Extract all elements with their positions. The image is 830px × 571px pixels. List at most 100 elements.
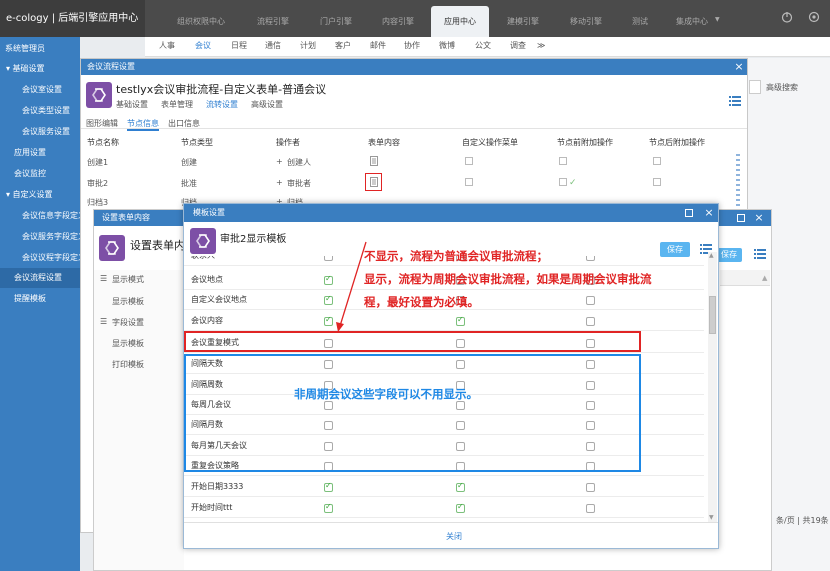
sub-nav-item-active[interactable]: 会议 (195, 37, 211, 55)
sub-nav: 人事 会议 日程 通信 计划 客户 邮件 协作 微博 公文 调查 ≫ (145, 37, 830, 57)
col-node-type: 节点类型 (181, 138, 213, 147)
tree-node[interactable]: 显示模式 (112, 274, 144, 285)
sidebar-group[interactable]: ▾ 自定义设置 (0, 185, 80, 205)
tree-node[interactable]: 显示模板 (112, 338, 144, 349)
checkbox-show[interactable] (324, 502, 333, 513)
top-tab[interactable]: 内容引擎 (365, 6, 431, 37)
advanced-search-link[interactable]: 高级搜索 (766, 82, 798, 93)
scroll-up-icon[interactable]: ▲ (709, 252, 714, 259)
save-button[interactable]: 保存 (660, 242, 690, 257)
checkbox[interactable] (586, 256, 595, 261)
sub-nav-item[interactable]: 通信 (265, 37, 281, 55)
table-cell: 审批2 (87, 179, 109, 188)
table-cell[interactable]: 审批者 (287, 178, 311, 189)
sub-nav-item[interactable]: 人事 (159, 37, 175, 55)
top-tab[interactable]: 测试 (620, 6, 660, 37)
tab-form[interactable]: 表单管理 (161, 99, 193, 110)
pre-action-icon[interactable] (559, 157, 567, 165)
tab-flow-active[interactable]: 流转设置 (206, 99, 238, 110)
menu-icon[interactable] (729, 96, 741, 106)
close-icon[interactable]: × (732, 59, 746, 75)
checkbox-edit[interactable] (456, 502, 465, 513)
sidebar-item-selected[interactable]: 会议流程设置 (0, 268, 80, 288)
close-button[interactable]: 关闭 (446, 531, 462, 542)
subtab-graphic[interactable]: 图形编辑 (86, 118, 118, 129)
top-tab-active[interactable]: 应用中心 (431, 6, 489, 37)
tree-node[interactable]: 字段设置 (112, 317, 144, 328)
sidebar-item[interactable]: 会议类型设置 (0, 101, 80, 121)
top-tab[interactable]: 流程引擎 (237, 6, 309, 37)
sub-nav-item[interactable]: 协作 (404, 37, 420, 55)
checkbox-required[interactable] (586, 483, 595, 492)
tree-node[interactable]: 显示模板 (112, 296, 144, 307)
tab-advanced[interactable]: 高级设置 (251, 99, 283, 110)
close-icon[interactable]: × (702, 205, 716, 221)
sub-nav-item[interactable]: 邮件 (370, 37, 386, 55)
post-action-icon[interactable] (653, 157, 661, 165)
tab-basic[interactable]: 基础设置 (116, 99, 148, 110)
subtab-exit-info[interactable]: 出口信息 (168, 118, 200, 129)
sidebar-item[interactable]: 应用设置 (0, 143, 80, 163)
menu-edit-icon[interactable] (465, 157, 473, 165)
sidebar-item[interactable]: 会议信息字段定义 (0, 206, 80, 226)
top-tab[interactable]: 建模引擎 (495, 6, 551, 37)
document-icon[interactable] (370, 156, 378, 166)
sub-nav-item[interactable]: 计划 (300, 37, 316, 55)
sidebar-item[interactable]: 会议服务设置 (0, 122, 80, 142)
checkbox-required[interactable] (586, 296, 595, 305)
scroll-down-icon[interactable]: ▼ (709, 514, 714, 521)
table-cell[interactable]: 创建人 (287, 157, 311, 168)
maximize-icon[interactable] (737, 214, 745, 222)
outer-dialog-heading: testlyx会议审批流程-自定义表单-普通会议 (116, 83, 327, 96)
menu-edit-icon[interactable] (465, 178, 473, 186)
scrollbar-thumb[interactable] (709, 296, 716, 334)
top-tab[interactable]: 组织权限中心 (165, 6, 237, 37)
sidebar-item[interactable]: 会议室设置 (0, 80, 80, 100)
close-icon[interactable]: × (752, 210, 766, 226)
sort-up-icon[interactable]: ▲ (762, 274, 767, 282)
sub-nav-item[interactable]: 日程 (231, 37, 247, 55)
checkbox-edit[interactable] (456, 481, 465, 492)
top-tab[interactable]: 集成中心 (668, 6, 716, 37)
add-operator-icon[interactable]: + (276, 157, 283, 166)
sub-nav-more-icon[interactable]: ≫ (537, 37, 545, 55)
post-action-icon[interactable] (653, 178, 661, 186)
sub-nav-item[interactable]: 公文 (475, 37, 491, 55)
gear-icon[interactable] (808, 11, 820, 23)
top-tab[interactable]: 移动引擎 (558, 6, 614, 37)
power-icon[interactable] (781, 11, 793, 23)
sidebar-item[interactable]: 提醒模板 (0, 289, 80, 309)
modal-title: 模板设置 (184, 204, 718, 222)
modal-heading: 审批2显示模板 (220, 234, 287, 245)
sidebar-item[interactable]: 会议议程字段定义 (0, 248, 80, 268)
save-button[interactable]: 保存 (716, 248, 742, 262)
subtab-node-info-active[interactable]: 节点信息 (127, 118, 159, 131)
sidebar-item[interactable]: 会议监控 (0, 164, 80, 184)
workflow-app-icon (190, 228, 216, 254)
checkbox-required[interactable] (586, 317, 595, 326)
checkbox-edit[interactable] (456, 315, 465, 326)
scrollbar[interactable]: ▲ ▼ (708, 252, 717, 522)
menu-icon[interactable] (754, 249, 766, 259)
maximize-icon[interactable] (685, 209, 693, 217)
add-operator-icon[interactable]: + (276, 178, 283, 187)
field-label: 自定义会议地点 (191, 295, 247, 304)
chevron-down-icon[interactable]: ▼ (715, 16, 720, 23)
field-label: 联系人 (191, 256, 215, 266)
sub-nav-item[interactable]: 客户 (335, 37, 351, 55)
sub-nav-item[interactable]: 调查 (510, 37, 526, 55)
blue-highlight-box (184, 354, 641, 472)
document-icon[interactable] (370, 177, 378, 187)
col-pre-action: 节点前附加操作 (557, 138, 613, 147)
sub-nav-item[interactable]: 微博 (439, 37, 455, 55)
tree-node[interactable]: 打印模板 (112, 359, 144, 370)
checkbox-show[interactable] (324, 481, 333, 492)
red-highlight-box (184, 331, 641, 352)
search-input[interactable] (749, 80, 761, 94)
pre-action-icon[interactable] (559, 178, 567, 186)
sidebar-group[interactable]: ▾ 基础设置 (0, 59, 80, 79)
top-tab[interactable]: 门户引擎 (301, 6, 371, 37)
col-node-name: 节点名称 (87, 138, 119, 147)
checkbox-required[interactable] (586, 504, 595, 513)
sidebar-item[interactable]: 会议服务字段定义 (0, 227, 80, 247)
